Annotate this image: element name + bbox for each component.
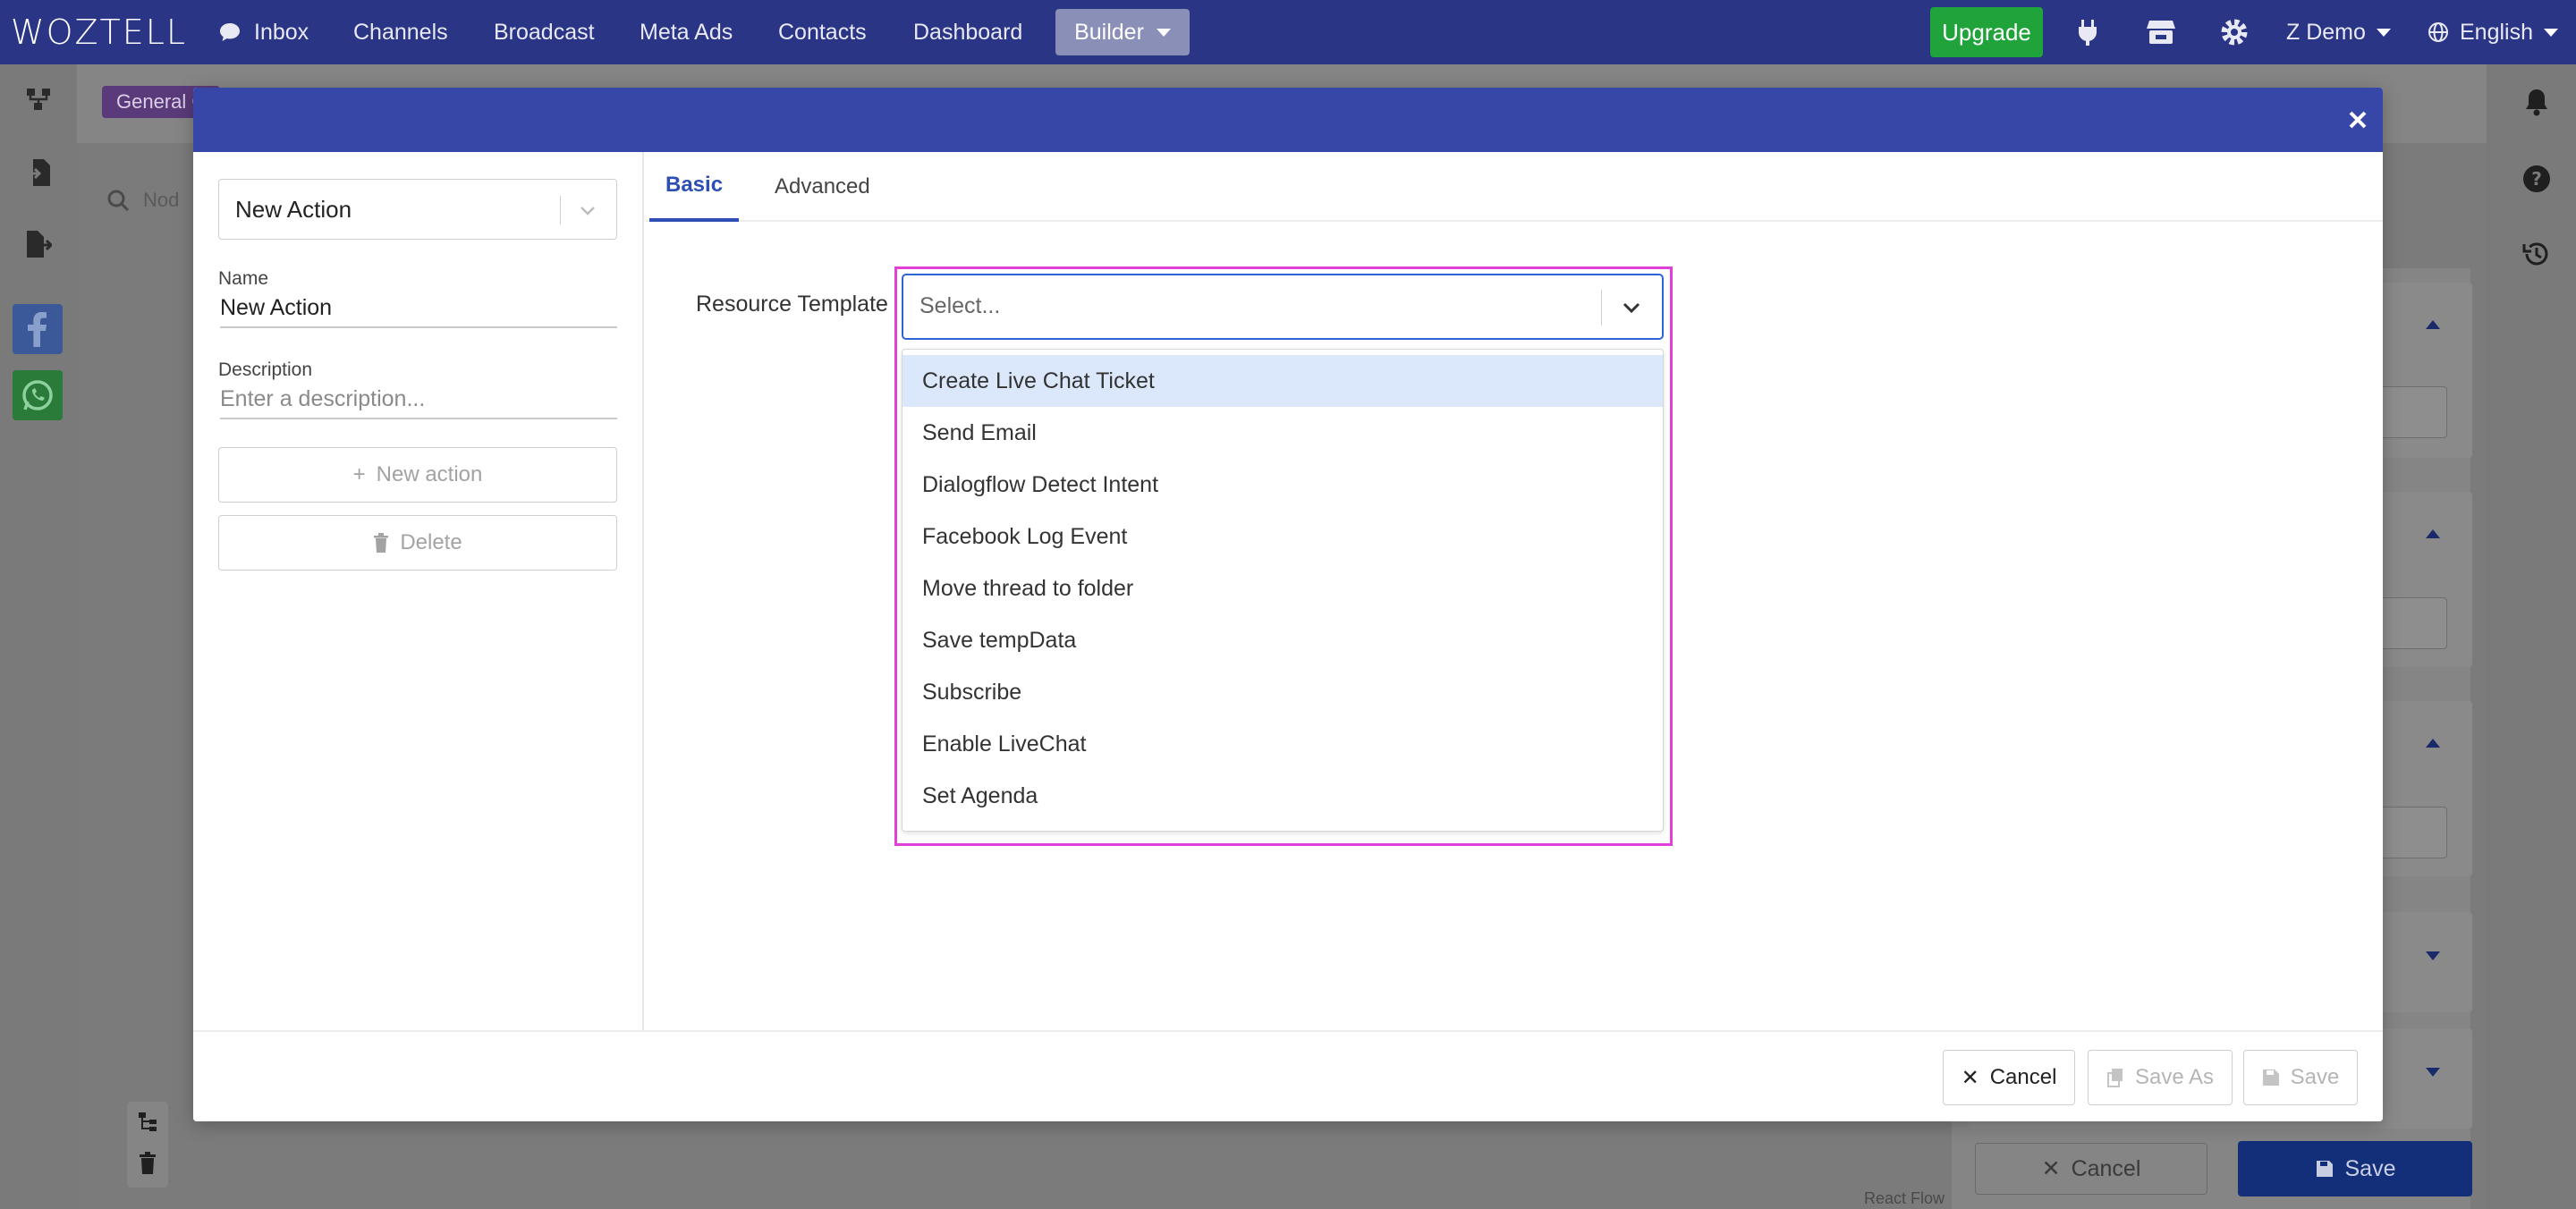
new-action-button[interactable]: + New action — [218, 447, 617, 503]
option-move-thread-to-folder[interactable]: Move thread to folder — [902, 562, 1663, 614]
svg-text:?: ? — [2531, 168, 2542, 190]
nav-inbox-label: Inbox — [254, 19, 309, 45]
react-flow-attribution[interactable]: React Flow — [1864, 1189, 1945, 1208]
tab-basic[interactable]: Basic — [649, 152, 740, 222]
nav-broadcast[interactable]: Broadcast — [494, 0, 595, 64]
nav-builder-label: Builder — [1074, 19, 1144, 45]
node-type-select[interactable]: New Action — [218, 179, 617, 240]
delete-label: Delete — [400, 530, 462, 554]
panel-cancel-button[interactable]: ✕ Cancel — [1975, 1143, 2207, 1195]
save-as-button[interactable]: Save As — [2088, 1050, 2233, 1105]
language-label: English — [2460, 19, 2533, 45]
caret-down-icon — [2376, 28, 2391, 37]
close-icon: ✕ — [1961, 1065, 1979, 1090]
option-enable-livechat[interactable]: Enable LiveChat — [902, 718, 1663, 770]
mini-toolbar — [127, 1102, 168, 1188]
expand-icon[interactable] — [2426, 1068, 2440, 1077]
option-dialogflow-detect-intent[interactable]: Dialogflow Detect Intent — [902, 459, 1663, 511]
close-icon: ✕ — [2041, 1156, 2061, 1181]
tab-advanced[interactable]: Advanced — [762, 152, 883, 222]
user-name: Z Demo — [2286, 19, 2366, 45]
description-field[interactable]: Enter a description... — [220, 386, 617, 419]
option-set-agenda[interactable]: Set Agenda — [902, 770, 1663, 822]
history-icon[interactable] — [2519, 236, 2555, 272]
delete-button[interactable]: Delete — [218, 515, 617, 571]
gear-icon[interactable] — [2216, 14, 2252, 50]
resource-template-placeholder: Select... — [919, 293, 1001, 318]
nav-inbox[interactable]: Inbox — [218, 0, 309, 64]
nav-contacts[interactable]: Contacts — [778, 0, 867, 64]
node-search-placeholder: Nod — [143, 189, 180, 211]
floppy-icon — [2262, 1069, 2280, 1086]
panel-save-label: Save — [2344, 1155, 2396, 1181]
modal-sidebar: New Action Name New Action Description E… — [193, 152, 644, 1030]
plug-icon[interactable] — [2070, 14, 2106, 50]
search-icon — [106, 188, 131, 213]
user-menu[interactable]: Z Demo — [2286, 0, 2391, 64]
option-save-tempdata[interactable]: Save tempData — [902, 614, 1663, 666]
save-label: Save — [2290, 1065, 2340, 1089]
name-field[interactable]: New Action — [220, 295, 617, 328]
modal-header — [193, 88, 2383, 152]
nav-builder-dropdown[interactable]: Builder — [1055, 9, 1190, 55]
node-search[interactable]: Nod — [106, 188, 179, 213]
panel-save-button[interactable]: Save — [2238, 1141, 2472, 1196]
node-type-value: New Action — [235, 195, 352, 223]
caret-down-icon — [1156, 28, 1171, 37]
trash-icon — [373, 533, 389, 553]
export-icon[interactable] — [20, 225, 57, 263]
whatsapp-icon[interactable] — [13, 370, 63, 420]
top-navbar: WOZTELL Inbox Channels Broadcast Meta Ad… — [0, 0, 2576, 64]
trash-icon[interactable] — [139, 1152, 157, 1175]
option-subscribe[interactable]: Subscribe — [902, 666, 1663, 718]
import-icon[interactable] — [20, 154, 57, 191]
save-button[interactable]: Save — [2243, 1050, 2358, 1105]
name-label: Name — [218, 268, 269, 289]
bell-icon[interactable] — [2519, 84, 2555, 120]
tree-icon[interactable] — [137, 1111, 158, 1132]
woztell-logo[interactable]: WOZTELL — [11, 13, 187, 52]
modal-tabs: Basic Advanced — [646, 152, 2383, 222]
option-facebook-log-event[interactable]: Facebook Log Event — [902, 511, 1663, 562]
store-icon[interactable] — [2143, 14, 2179, 50]
floppy-icon — [2315, 1159, 2334, 1179]
resource-template-label: Resource Template — [696, 292, 888, 317]
panel-cancel-label: Cancel — [2071, 1155, 2141, 1181]
resource-template-select[interactable]: Select... — [902, 274, 1664, 340]
action-modal: New Action Name New Action Description E… — [193, 88, 2383, 1121]
upgrade-button[interactable]: Upgrade — [1930, 7, 2043, 57]
help-icon[interactable]: ? — [2519, 161, 2555, 197]
chevron-down-icon — [577, 199, 598, 221]
collapse-icon[interactable] — [2426, 529, 2440, 538]
flow-icon[interactable] — [20, 80, 57, 118]
plus-icon: + — [352, 462, 366, 486]
collapse-icon[interactable] — [2426, 739, 2440, 748]
nav-meta-ads[interactable]: Meta Ads — [640, 0, 733, 64]
expand-icon[interactable] — [2426, 951, 2440, 960]
chat-bubble-icon — [218, 21, 242, 43]
chevron-down-icon[interactable] — [1619, 295, 1644, 320]
nav-dashboard[interactable]: Dashboard — [913, 0, 1022, 64]
modal-footer: ✕ Cancel Save As Save — [193, 1030, 2383, 1121]
save-as-label: Save As — [2134, 1065, 2215, 1089]
nav-channels[interactable]: Channels — [353, 0, 448, 64]
resource-template-options: Create Live Chat Ticket Send Email Dialo… — [902, 349, 1664, 832]
description-label: Description — [218, 359, 313, 380]
cancel-label: Cancel — [1989, 1065, 2057, 1089]
collapse-icon[interactable] — [2426, 320, 2440, 329]
option-send-email[interactable]: Send Email — [902, 407, 1663, 459]
language-menu[interactable]: English — [2428, 0, 2558, 64]
select-separator — [1601, 290, 1602, 326]
globe-icon — [2428, 21, 2449, 43]
select-separator — [560, 196, 561, 224]
new-action-label: New action — [376, 462, 483, 486]
copy-icon — [2106, 1068, 2124, 1087]
cancel-button[interactable]: ✕ Cancel — [1943, 1050, 2075, 1105]
close-icon[interactable] — [2343, 106, 2372, 134]
caret-down-icon — [2544, 28, 2558, 37]
option-create-live-chat-ticket[interactable]: Create Live Chat Ticket — [902, 355, 1663, 407]
facebook-icon[interactable] — [13, 304, 63, 354]
